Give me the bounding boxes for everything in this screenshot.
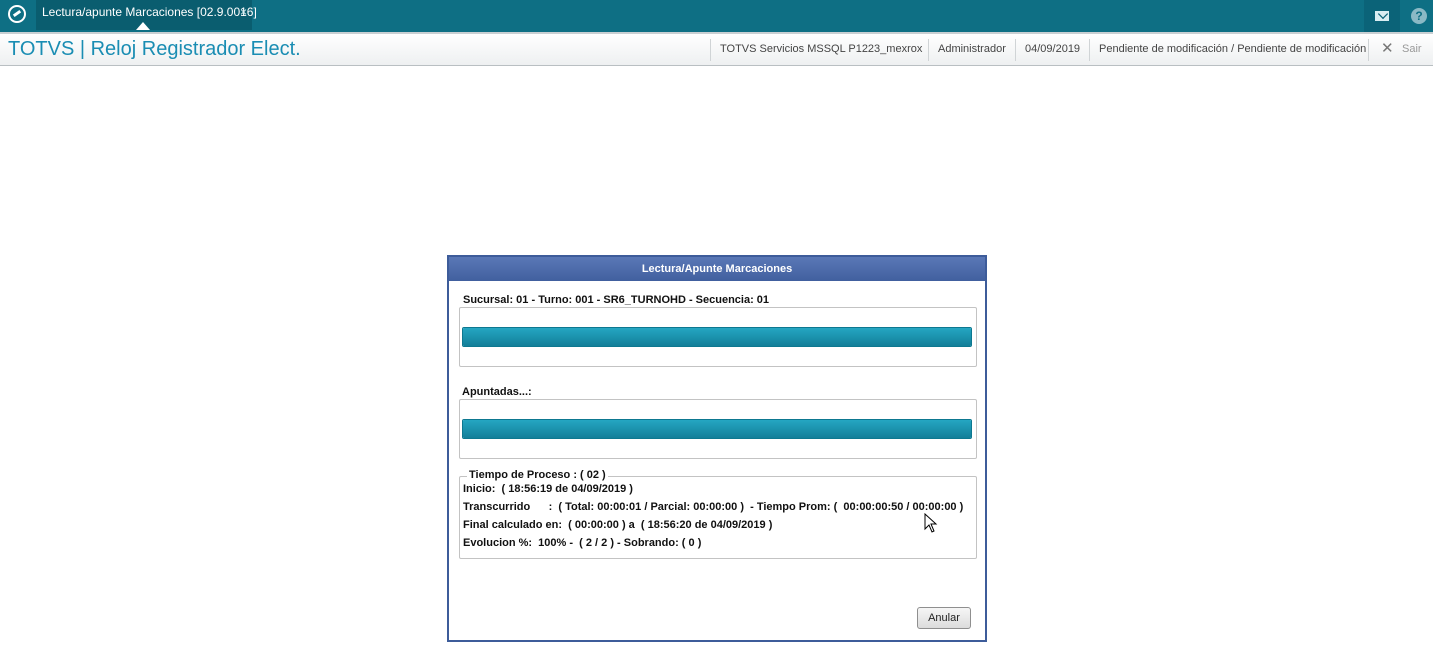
- processing-dialog: Lectura/Apunte Marcaciones Sucursal: 01 …: [447, 255, 987, 642]
- mail-icon: [1375, 11, 1389, 21]
- tab-label: Lectura/apunte Marcaciones [02.9.0016]: [42, 5, 257, 19]
- totvs-logo-icon[interactable]: [8, 5, 26, 23]
- date-label[interactable]: 04/09/2019: [1025, 43, 1080, 55]
- divider: [710, 39, 711, 61]
- evolucion-line: Evolucion %: 100% - ( 2 / 2 ) - Sobrando…: [463, 537, 702, 549]
- divider: [928, 39, 929, 61]
- mail-button[interactable]: [1364, 0, 1400, 32]
- divider: [1015, 39, 1016, 61]
- exit-icon[interactable]: ✕: [1381, 39, 1394, 57]
- cancel-button[interactable]: Anular: [917, 607, 971, 629]
- dialog-title: Lectura/Apunte Marcaciones: [449, 257, 985, 281]
- process-time-group: Tiempo de Proceso : ( 02 ) Inicio: ( 18:…: [459, 469, 977, 559]
- status-label: Pendiente de modificación / Pendiente de…: [1099, 43, 1367, 55]
- divider: [1368, 39, 1369, 61]
- active-tab-indicator: [136, 22, 150, 30]
- progress-box-1: [459, 307, 977, 367]
- help-icon: ?: [1411, 8, 1427, 24]
- progress-fill-2: [463, 420, 971, 438]
- mouse-cursor-icon: [924, 513, 938, 533]
- tab-close-icon[interactable]: ×: [240, 0, 247, 24]
- help-button[interactable]: ?: [1401, 0, 1433, 32]
- exit-button[interactable]: Sair: [1402, 43, 1422, 55]
- final-line: Final calculado en: ( 00:00:00 ) a ( 18:…: [463, 519, 773, 531]
- progress-box-2: [459, 399, 977, 459]
- header-bar: TOTVS | Reloj Registrador Elect. TOTVS S…: [0, 32, 1433, 66]
- progress-bar-2: [462, 419, 972, 439]
- section1-label: Sucursal: 01 - Turno: 001 - SR6_TURNOHD …: [463, 294, 770, 306]
- environment-label[interactable]: TOTVS Servicios MSSQL P1223_mexrox: [720, 43, 922, 55]
- process-time-legend: Tiempo de Proceso : ( 02 ): [467, 469, 608, 481]
- section2-label: Apuntadas...:: [462, 386, 532, 398]
- transcurrido-line: Transcurrido : ( Total: 00:00:01 / Parci…: [463, 501, 964, 513]
- progress-bar-1: [462, 327, 972, 347]
- divider: [1089, 39, 1090, 61]
- top-bar: Lectura/apunte Marcaciones [02.9.0016] ×…: [0, 0, 1433, 32]
- app-title: TOTVS | Reloj Registrador Elect.: [8, 38, 301, 60]
- progress-fill-1: [463, 328, 971, 346]
- inicio-line: Inicio: ( 18:56:19 de 04/09/2019 ): [463, 483, 633, 495]
- user-label[interactable]: Administrador: [938, 43, 1006, 55]
